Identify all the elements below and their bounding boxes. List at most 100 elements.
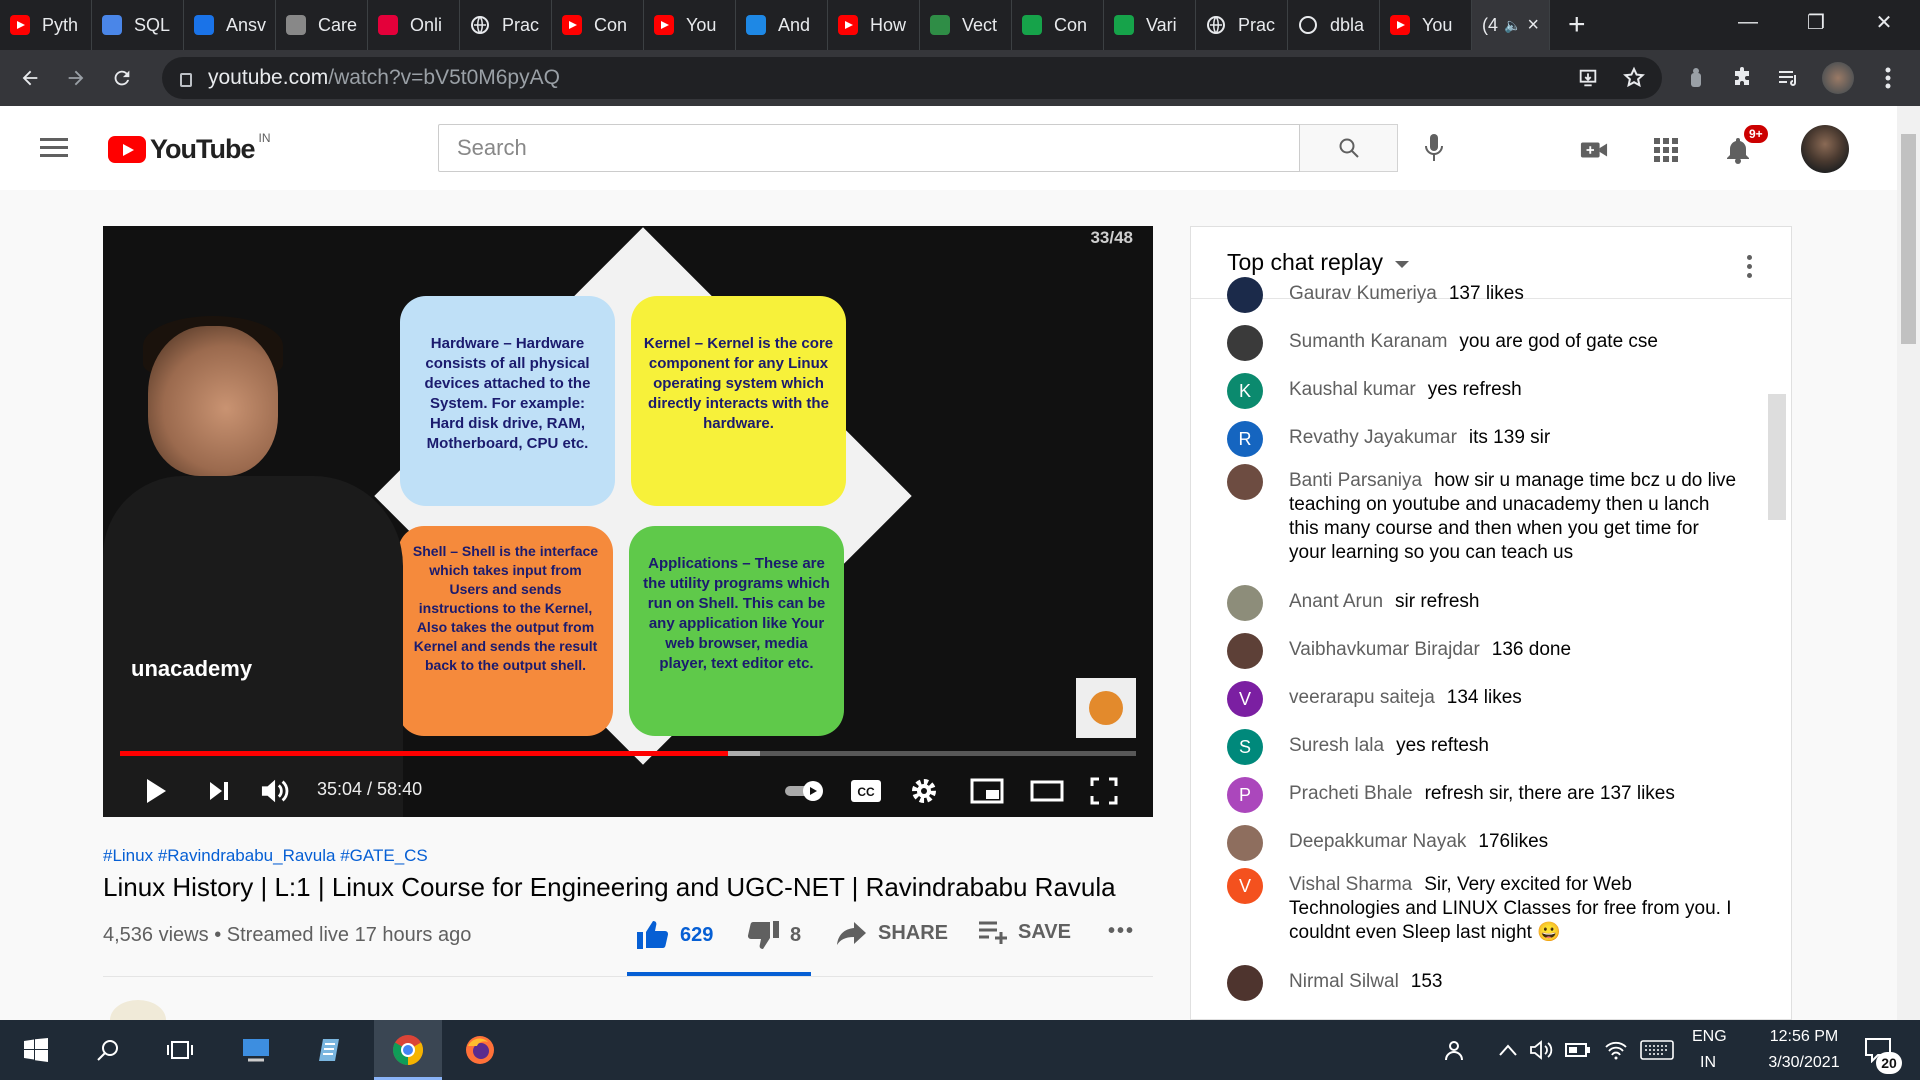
extension-icon[interactable] bbox=[1680, 62, 1712, 94]
chat-avatar[interactable] bbox=[1227, 965, 1263, 1001]
chat-author[interactable]: Nirmal Silwal bbox=[1289, 971, 1399, 992]
browser-tab[interactable]: Con bbox=[552, 0, 644, 50]
account-avatar[interactable] bbox=[1801, 125, 1849, 173]
address-bar[interactable]: youtube.com/watch?v=bV5t0M6pyAQ bbox=[162, 57, 1662, 99]
chat-avatar[interactable]: V bbox=[1227, 868, 1263, 904]
microphone-icon[interactable] bbox=[1420, 134, 1448, 162]
chat-author[interactable]: Pracheti Bhale bbox=[1289, 783, 1413, 804]
input-language[interactable]: ENG bbox=[1692, 1028, 1727, 1046]
search-icon[interactable] bbox=[92, 1034, 124, 1066]
new-tab-button[interactable]: + bbox=[1568, 8, 1598, 42]
chevron-down-icon[interactable] bbox=[1394, 261, 1409, 268]
chat-avatar[interactable]: R bbox=[1227, 421, 1263, 457]
profile-avatar[interactable] bbox=[1822, 62, 1854, 94]
create-video-icon[interactable] bbox=[1580, 136, 1608, 164]
miniplayer-icon[interactable] bbox=[969, 776, 1005, 806]
browser-tab[interactable]: dbla bbox=[1288, 0, 1380, 50]
chat-mode-selector[interactable]: Top chat replay bbox=[1227, 249, 1383, 276]
volume-icon[interactable] bbox=[261, 776, 291, 806]
this-pc-icon[interactable] bbox=[240, 1034, 272, 1066]
chat-author[interactable]: Revathy Jayakumar bbox=[1289, 427, 1457, 448]
chat-author[interactable]: Vaibhavkumar Birajdar bbox=[1289, 639, 1480, 660]
hamburger-menu-icon[interactable] bbox=[40, 138, 68, 158]
chat-avatar[interactable] bbox=[1227, 633, 1263, 669]
apps-grid-icon[interactable] bbox=[1652, 136, 1680, 164]
browser-tab[interactable]: Ansv bbox=[184, 0, 276, 50]
chat-avatar[interactable] bbox=[1227, 277, 1263, 313]
chat-author[interactable]: Suresh lala bbox=[1289, 735, 1384, 756]
firefox-icon[interactable] bbox=[464, 1034, 496, 1066]
clock-date[interactable]: 3/30/2021 bbox=[1754, 1054, 1854, 1072]
more-actions-button[interactable]: ••• bbox=[1108, 920, 1135, 943]
browser-tab[interactable]: You bbox=[644, 0, 736, 50]
browser-tab[interactable]: Onli bbox=[368, 0, 460, 50]
chat-author[interactable]: Sumanth Karanam bbox=[1289, 331, 1447, 352]
browser-tab[interactable]: You bbox=[1380, 0, 1472, 50]
windows-start-icon[interactable] bbox=[20, 1034, 52, 1066]
install-app-icon[interactable] bbox=[1572, 62, 1604, 94]
youtube-logo[interactable]: YouTube IN bbox=[108, 131, 270, 165]
chat-avatar[interactable]: P bbox=[1227, 777, 1263, 813]
chat-avatar[interactable] bbox=[1227, 585, 1263, 621]
progress-bar[interactable] bbox=[120, 751, 1136, 756]
video-hashtags[interactable]: #Linux #Ravindrababu_Ravula #GATE_CS bbox=[103, 846, 428, 866]
page-scrollbar[interactable] bbox=[1897, 106, 1920, 1020]
browser-tab[interactable]: Vari bbox=[1104, 0, 1196, 50]
subtitles-button[interactable]: CC bbox=[849, 776, 883, 806]
share-button[interactable]: SHARE bbox=[836, 920, 948, 946]
theater-mode-icon[interactable] bbox=[1029, 776, 1065, 806]
wifi-icon[interactable] bbox=[1600, 1034, 1632, 1066]
close-tab-icon[interactable]: × bbox=[1527, 14, 1539, 37]
browser-tab[interactable]: Pyth bbox=[0, 0, 92, 50]
chat-avatar[interactable] bbox=[1227, 825, 1263, 861]
chat-avatar[interactable]: V bbox=[1227, 681, 1263, 717]
chevron-up-icon[interactable] bbox=[1492, 1034, 1524, 1066]
chat-author[interactable]: Deepakkumar Nayak bbox=[1289, 831, 1466, 852]
chat-author[interactable]: Banti Parsaniya bbox=[1289, 470, 1422, 491]
chat-author[interactable]: Anant Arun bbox=[1289, 591, 1383, 612]
media-queue-icon[interactable] bbox=[1772, 62, 1804, 94]
chat-author[interactable]: veerarapu saiteja bbox=[1289, 687, 1435, 708]
forward-button[interactable] bbox=[60, 62, 92, 94]
chat-author[interactable]: Vishal Sharma bbox=[1289, 874, 1412, 895]
browser-tab[interactable]: Vect bbox=[920, 0, 1012, 50]
extensions-puzzle-icon[interactable] bbox=[1726, 62, 1758, 94]
like-button[interactable]: 629 bbox=[636, 920, 713, 950]
browser-tab[interactable]: SQL bbox=[92, 0, 184, 50]
notepad-icon[interactable] bbox=[314, 1034, 346, 1066]
chat-author[interactable]: Kaushal kumar bbox=[1289, 379, 1416, 400]
browser-tab[interactable]: Con bbox=[1012, 0, 1104, 50]
browser-tab[interactable]: Care bbox=[276, 0, 368, 50]
video-player[interactable]: Hardware – Hardware consists of all phys… bbox=[103, 226, 1153, 817]
save-button[interactable]: SAVE bbox=[978, 920, 1071, 944]
dislike-button[interactable]: 8 bbox=[746, 920, 801, 950]
keyboard-icon[interactable] bbox=[1638, 1034, 1676, 1066]
browser-tab[interactable]: How bbox=[828, 0, 920, 50]
fullscreen-icon[interactable] bbox=[1089, 776, 1119, 806]
search-button[interactable] bbox=[1300, 124, 1398, 172]
reload-button[interactable] bbox=[106, 62, 138, 94]
people-icon[interactable] bbox=[1438, 1034, 1470, 1066]
browser-tab-active[interactable]: (4 🔈 × bbox=[1472, 0, 1550, 50]
chrome-icon[interactable] bbox=[392, 1034, 424, 1066]
task-view-icon[interactable] bbox=[164, 1034, 196, 1066]
play-button[interactable] bbox=[141, 776, 171, 806]
restore-button[interactable]: ❐ bbox=[1788, 0, 1844, 44]
bookmark-star-icon[interactable] bbox=[1618, 62, 1650, 94]
next-button[interactable] bbox=[204, 776, 234, 806]
minimize-button[interactable]: — bbox=[1720, 0, 1776, 44]
back-button[interactable] bbox=[14, 62, 46, 94]
autoplay-toggle[interactable] bbox=[783, 776, 827, 806]
chat-author[interactable]: Gaurav Kumeriya bbox=[1289, 283, 1437, 304]
chat-avatar[interactable] bbox=[1227, 325, 1263, 361]
settings-gear-icon[interactable] bbox=[909, 776, 939, 806]
close-window-button[interactable]: ✕ bbox=[1856, 0, 1912, 44]
clock-time[interactable]: 12:56 PM bbox=[1754, 1028, 1854, 1046]
chat-more-icon[interactable] bbox=[1747, 255, 1753, 282]
channel-watermark[interactable] bbox=[1076, 678, 1136, 738]
chat-avatar[interactable] bbox=[1227, 464, 1263, 500]
search-input[interactable]: Search bbox=[438, 124, 1300, 172]
chat-scrollbar[interactable] bbox=[1768, 394, 1786, 520]
chat-avatar[interactable]: K bbox=[1227, 373, 1263, 409]
chat-avatar[interactable]: S bbox=[1227, 729, 1263, 765]
